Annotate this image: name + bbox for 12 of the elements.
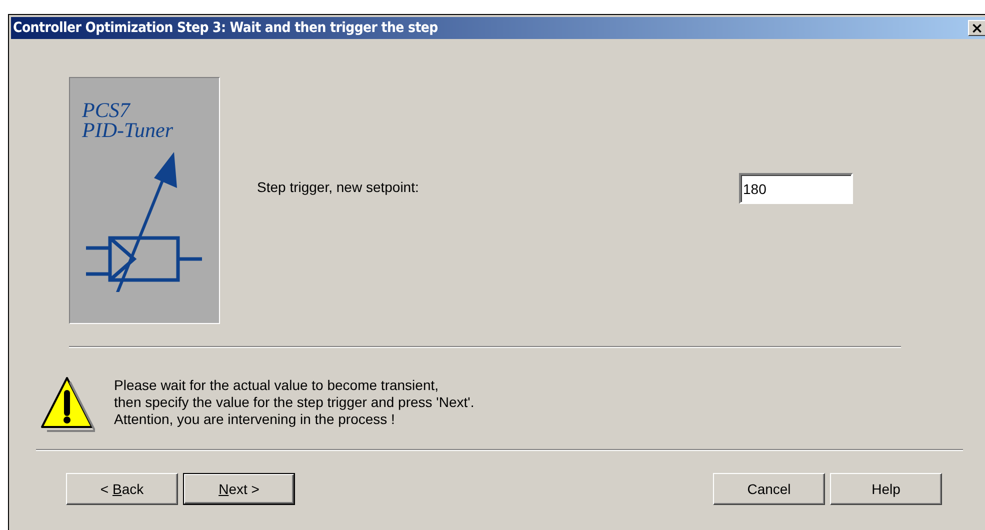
setpoint-label: Step trigger, new setpoint: — [257, 179, 420, 197]
logo-text: PID-Tuner — [82, 120, 174, 140]
setpoint-field[interactable]: 180 — [739, 173, 853, 204]
dialog-button[interactable]: Cancel — [713, 473, 825, 505]
dialog-button[interactable]: Next > — [184, 474, 294, 504]
dialog-button[interactable]: Help — [830, 473, 942, 505]
logo-text: PCS7 — [82, 100, 132, 120]
window-title: Controller Optimization Step 3: Wait and then trigger the step — [13, 20, 438, 36]
warning-message: Please wait for the actual value to become transient, then specify the value for the step trigger and press 'Next'. Attention, you are intervening in the process ! — [114, 377, 474, 428]
warning-icon — [39, 375, 95, 433]
dialog-button[interactable]: < Back — [66, 473, 178, 505]
close-button[interactable]: × — [968, 20, 985, 36]
